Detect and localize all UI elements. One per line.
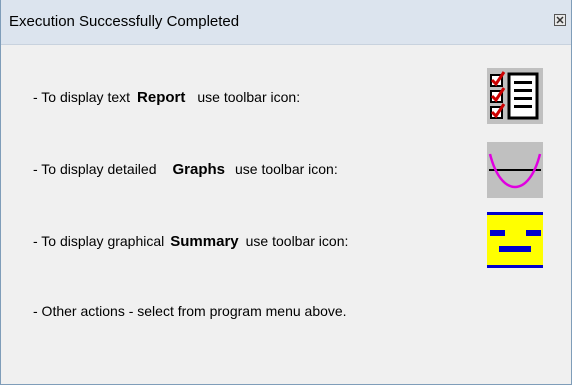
close-button[interactable] bbox=[554, 14, 566, 26]
instruction-suffix: use toolbar icon: bbox=[197, 89, 301, 105]
instruction-keyword: Report bbox=[137, 89, 186, 106]
instruction-keyword: Graphs bbox=[172, 161, 225, 178]
instruction-prefix: - To display detailed bbox=[33, 161, 157, 177]
instruction-prefix: - To display text bbox=[33, 89, 131, 105]
instruction-graphs: - To display detailed Graphs use toolbar i… bbox=[33, 161, 338, 178]
summary-icon bbox=[487, 212, 543, 268]
close-icon bbox=[556, 16, 564, 24]
graphs-icon bbox=[487, 142, 543, 198]
other-actions-text: - Other actions - select from program me… bbox=[33, 303, 347, 319]
completion-dialog: Execution Successfully Completed - To di… bbox=[0, 0, 572, 385]
instruction-summary: - To display graphical Summary use toolbar… bbox=[33, 233, 348, 250]
title-bar[interactable]: Execution Successfully Completed bbox=[1, 0, 571, 45]
instruction-keyword: Summary bbox=[170, 233, 239, 250]
instruction-suffix: use toolbar icon: bbox=[245, 233, 349, 249]
report-icon bbox=[487, 68, 543, 124]
instruction-report: - To display text Report use toolbar icon: bbox=[33, 89, 300, 106]
window-title: Execution Successfully Completed bbox=[9, 13, 240, 30]
instruction-prefix: - To display graphical bbox=[33, 233, 165, 249]
instruction-suffix: use toolbar icon: bbox=[235, 161, 338, 177]
